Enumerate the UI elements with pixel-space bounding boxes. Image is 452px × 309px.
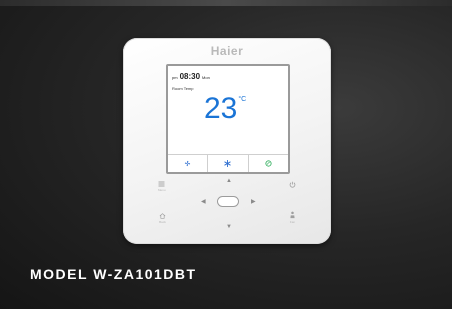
back-key-label: Back [159,220,166,224]
thermostat-device: Haier pm 08:30 Mon Room Temp 23 °C Menu … [123,38,331,244]
brand-logo: Haier [210,44,244,58]
mode-bar [168,154,288,172]
fan-key-label: Fan [289,220,296,224]
eco-mode-icon [265,160,272,167]
person-fan-icon [290,211,295,219]
status-row: pm 08:30 Mon [172,72,210,81]
ok-button[interactable] [217,196,239,207]
temperature-unit: °C [238,96,247,103]
right-arrow-button[interactable]: ▶ [251,199,256,205]
menu-key[interactable]: Menu [158,181,166,192]
eco-mode-button[interactable] [249,155,288,172]
model-label: MODEL W-ZA101DBT [30,266,197,282]
clock-time: 08:30 [179,72,201,81]
back-key[interactable]: Back [159,213,166,224]
fan-mode-icon [185,160,191,167]
cool-mode-button[interactable] [208,155,249,172]
room-temp-label: Room Temp [172,86,194,91]
home-back-icon [159,213,166,219]
product-card: Haier pm 08:30 Mon Room Temp 23 °C Menu … [0,0,452,309]
left-arrow-button[interactable]: ◀ [201,199,206,205]
fan-key[interactable]: Fan [289,211,296,224]
temperature-value: 23 [204,92,238,125]
temperature-display: 23 °C [204,94,246,124]
day-of-week: Mon [202,75,210,80]
menu-icon [158,181,165,187]
menu-key-label: Menu [158,188,166,192]
cool-mode-icon [224,160,232,167]
power-key[interactable] [289,181,296,188]
power-icon [289,181,296,188]
thermostat-screen: pm 08:30 Mon Room Temp 23 °C [166,64,290,174]
ampm-indicator: pm [172,75,178,80]
fan-mode-button[interactable] [168,155,209,172]
down-arrow-button[interactable]: ▼ [226,224,232,230]
up-arrow-button[interactable]: ▲ [226,178,232,184]
